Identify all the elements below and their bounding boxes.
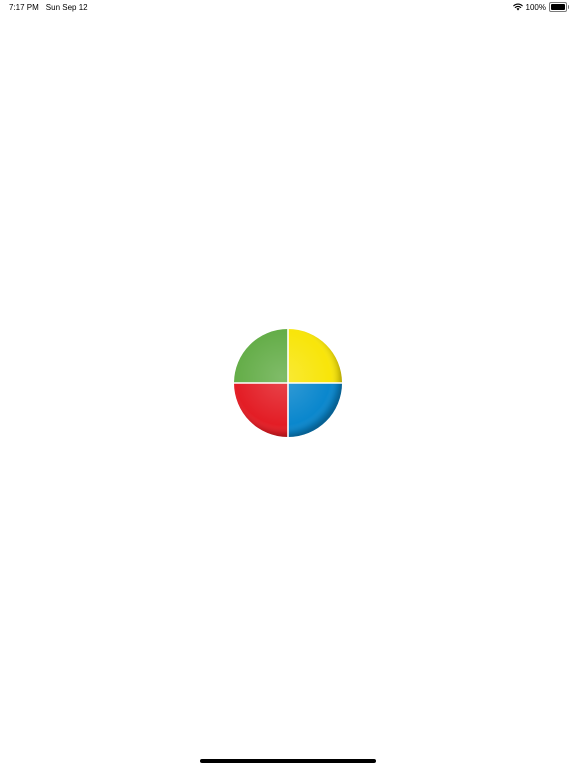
status-left: 7:17 PM Sun Sep 12 bbox=[9, 3, 88, 12]
color-wheel[interactable] bbox=[234, 329, 342, 437]
wifi-icon bbox=[512, 3, 523, 11]
status-right: 100% bbox=[512, 2, 569, 12]
status-date: Sun Sep 12 bbox=[45, 3, 88, 12]
status-time: 7:17 PM bbox=[9, 3, 39, 12]
battery-percent: 100% bbox=[525, 2, 546, 12]
app-screen: 7:17 PM Sun Sep 12 100% bbox=[0, 0, 576, 768]
status-bar: 7:17 PM Sun Sep 12 100% bbox=[0, 0, 576, 16]
home-indicator[interactable] bbox=[200, 759, 376, 763]
battery-icon bbox=[549, 2, 569, 12]
battery-tip bbox=[567, 5, 569, 9]
battery-fill bbox=[551, 4, 565, 10]
